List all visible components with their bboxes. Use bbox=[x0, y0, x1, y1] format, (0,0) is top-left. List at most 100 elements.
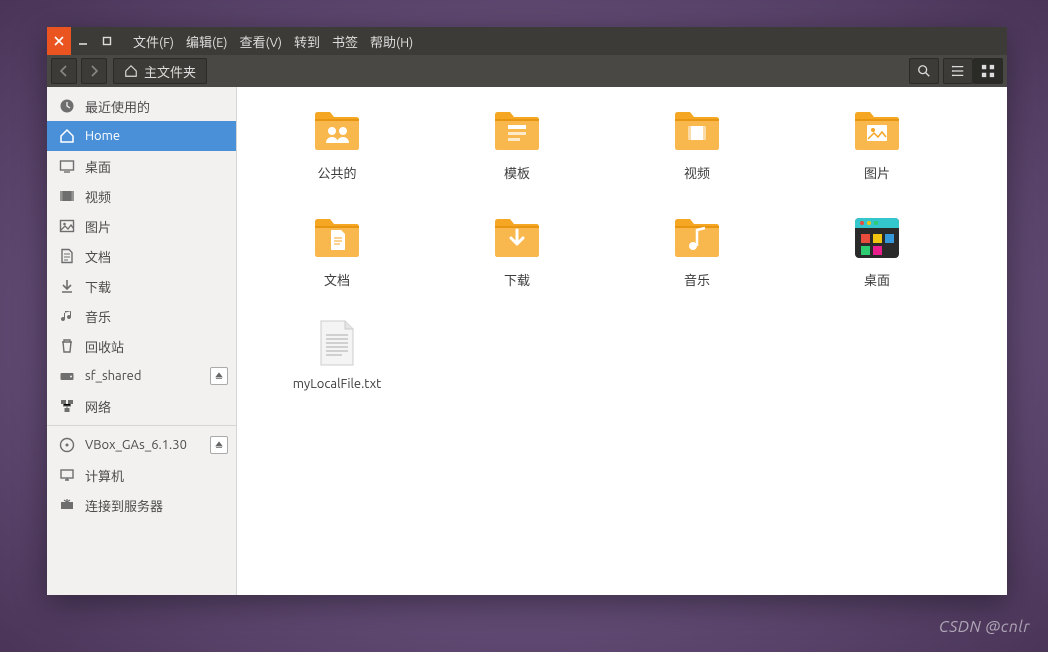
sidebar-item-trash[interactable]: 回收站 bbox=[47, 331, 236, 361]
close-icon bbox=[54, 36, 64, 46]
sidebar-item-label: 连接到服务器 bbox=[85, 496, 163, 515]
folder-icon bbox=[311, 103, 363, 155]
sidebar-item-label: 视频 bbox=[85, 187, 111, 206]
file-label: 图片 bbox=[864, 163, 890, 182]
folder-icon bbox=[491, 210, 543, 262]
sidebar-section-places: 最近使用的 Home 桌面视频图片文档下载音乐回收站 sf_shared 网络 bbox=[47, 87, 236, 425]
sidebar-item-documents[interactable]: 文档 bbox=[47, 241, 236, 271]
window-body: 最近使用的Home桌面视频图片文档下载音乐回收站sf_shared网络 VBox… bbox=[47, 87, 1007, 595]
download-icon bbox=[59, 278, 75, 294]
breadcrumb[interactable]: 主文件夹 bbox=[113, 58, 207, 84]
minimize-icon bbox=[78, 36, 88, 46]
documents-icon bbox=[59, 248, 75, 264]
arrow-left-icon bbox=[58, 65, 70, 77]
titlebar: 文件(F) 编辑(E) 查看(V) 转到 书签 帮助(H) bbox=[47, 27, 1007, 55]
sidebar: 最近使用的 Home 桌面视频图片文档下载音乐回收站 sf_shared 网络 VBox… bbox=[47, 87, 237, 595]
view-mode-group bbox=[943, 58, 1003, 84]
sidebar-item-drive[interactable]: sf_shared bbox=[47, 361, 236, 391]
sidebar-section-devices: VBox_GAs_6.1.30计算机连接到服务器 bbox=[47, 425, 236, 524]
forward-button[interactable] bbox=[81, 58, 107, 84]
sidebar-item-music[interactable]: 音乐 bbox=[47, 301, 236, 331]
folder-icon bbox=[851, 103, 903, 155]
close-button[interactable] bbox=[47, 27, 71, 55]
file-label: 桌面 bbox=[864, 270, 890, 289]
eject-button[interactable] bbox=[210, 367, 228, 385]
eject-icon bbox=[215, 372, 223, 380]
file-item[interactable]: myLocalFile.txt bbox=[257, 317, 417, 391]
folder-icon bbox=[491, 103, 543, 155]
menu-help[interactable]: 帮助(H) bbox=[370, 32, 413, 51]
computer-icon bbox=[59, 467, 75, 483]
sidebar-item-network-b[interactable]: 网络 bbox=[47, 391, 236, 421]
sidebar-item-download[interactable]: 下载 bbox=[47, 271, 236, 301]
sidebar-item-desktop[interactable]: 桌面 bbox=[47, 151, 236, 181]
sidebar-item-label: 最近使用的 bbox=[85, 97, 150, 116]
file-item[interactable]: 图片 bbox=[797, 103, 957, 182]
file-label: 模板 bbox=[504, 163, 530, 182]
view-list-button[interactable] bbox=[943, 58, 973, 84]
menu-file[interactable]: 文件(F) bbox=[133, 32, 174, 51]
sidebar-item-computer[interactable]: 计算机 bbox=[47, 460, 236, 490]
file-label: myLocalFile.txt bbox=[293, 377, 382, 391]
view-grid-button[interactable] bbox=[973, 58, 1003, 84]
home-icon bbox=[59, 128, 75, 144]
window-controls bbox=[47, 27, 119, 55]
video-icon bbox=[59, 188, 75, 204]
disc-icon bbox=[59, 437, 75, 453]
desktop-app-icon bbox=[851, 210, 903, 262]
sidebar-item-pictures[interactable]: 图片 bbox=[47, 211, 236, 241]
content-area[interactable]: 公共的 模板 视频 图片 文档 下载 音乐 桌面 bbox=[237, 87, 1007, 595]
file-item[interactable]: 下载 bbox=[437, 210, 597, 289]
search-icon bbox=[917, 64, 931, 78]
drive-icon bbox=[59, 368, 75, 384]
back-button[interactable] bbox=[51, 58, 77, 84]
file-item[interactable]: 公共的 bbox=[257, 103, 417, 182]
sidebar-item-label: 音乐 bbox=[85, 307, 111, 326]
sidebar-item-label: Home bbox=[85, 129, 120, 143]
trash-icon bbox=[59, 338, 75, 354]
sidebar-item-label: 回收站 bbox=[85, 337, 124, 356]
eject-icon bbox=[215, 441, 223, 449]
arrow-right-icon bbox=[88, 65, 100, 77]
file-item[interactable]: 文档 bbox=[257, 210, 417, 289]
file-label: 视频 bbox=[684, 163, 710, 182]
connect-icon bbox=[59, 497, 75, 513]
folder-icon bbox=[671, 210, 723, 262]
network-b-icon bbox=[59, 398, 75, 414]
toolbar: 主文件夹 bbox=[47, 55, 1007, 87]
sidebar-item-disc[interactable]: VBox_GAs_6.1.30 bbox=[47, 430, 236, 460]
sidebar-item-label: 桌面 bbox=[85, 157, 111, 176]
sidebar-item-label: 文档 bbox=[85, 247, 111, 266]
sidebar-item-label: 网络 bbox=[85, 397, 111, 416]
file-label: 下载 bbox=[504, 270, 530, 289]
file-manager-window: 文件(F) 编辑(E) 查看(V) 转到 书签 帮助(H) 主文件夹 bbox=[47, 27, 1007, 595]
file-item[interactable]: 音乐 bbox=[617, 210, 777, 289]
list-view-icon bbox=[951, 64, 965, 78]
menu-view[interactable]: 查看(V) bbox=[240, 32, 282, 51]
folder-icon bbox=[311, 210, 363, 262]
sidebar-item-connect[interactable]: 连接到服务器 bbox=[47, 490, 236, 520]
watermark: CSDN @cnlr bbox=[939, 618, 1030, 636]
folder-icon bbox=[671, 103, 723, 155]
file-item[interactable]: 视频 bbox=[617, 103, 777, 182]
eject-button[interactable] bbox=[210, 436, 228, 454]
menu-go[interactable]: 转到 bbox=[294, 32, 320, 51]
menu-edit[interactable]: 编辑(E) bbox=[186, 32, 227, 51]
home-icon bbox=[124, 64, 138, 78]
file-grid: 公共的 模板 视频 图片 文档 下载 音乐 桌面 bbox=[257, 103, 987, 391]
clock-icon bbox=[59, 98, 75, 114]
sidebar-item-video[interactable]: 视频 bbox=[47, 181, 236, 211]
music-icon bbox=[59, 308, 75, 324]
minimize-button[interactable] bbox=[71, 27, 95, 55]
maximize-button[interactable] bbox=[95, 27, 119, 55]
sidebar-item-clock[interactable]: 最近使用的 bbox=[47, 91, 236, 121]
sidebar-item-home[interactable]: Home bbox=[47, 121, 236, 151]
file-label: 文档 bbox=[324, 270, 350, 289]
grid-view-icon bbox=[981, 64, 995, 78]
file-label: 公共的 bbox=[317, 163, 356, 182]
file-item[interactable]: 桌面 bbox=[797, 210, 957, 289]
file-label: 音乐 bbox=[684, 270, 710, 289]
search-button[interactable] bbox=[909, 58, 939, 84]
file-item[interactable]: 模板 bbox=[437, 103, 597, 182]
menu-bookmarks[interactable]: 书签 bbox=[332, 32, 358, 51]
